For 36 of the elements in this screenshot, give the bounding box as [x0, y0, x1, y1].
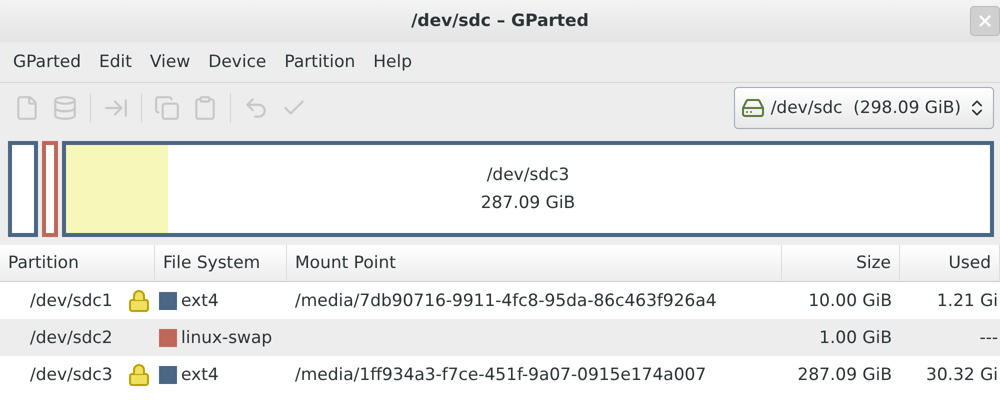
table-cell-text: 1.21 Gi — [936, 290, 999, 310]
menu-item[interactable]: Edit — [90, 52, 141, 72]
window-title: /dev/sdc – GParted — [411, 11, 589, 31]
table-cell-text: 30.32 Gi — [925, 364, 999, 384]
partition-name: /dev/sdc3 — [486, 164, 570, 187]
menu-item[interactable]: Help — [364, 52, 422, 72]
column-header[interactable]: File System — [155, 245, 287, 282]
menu-item[interactable]: Partition — [275, 52, 364, 72]
table-cell-text: /media/1ff934a3-f7ce-451f-9a07-0915e174a007 — [294, 364, 708, 384]
copy-icon — [154, 95, 180, 121]
table-cell-text: 287.09 GiB — [796, 364, 893, 384]
column-header[interactable]: Mount Point — [287, 245, 782, 282]
table-cell: /dev/sdc2 — [30, 328, 113, 348]
close-button[interactable] — [970, 6, 1000, 36]
partition-segment[interactable]: /dev/sdc3 287.09 GiB — [62, 141, 994, 237]
table-cell: ext4 — [181, 364, 219, 384]
menu-item[interactable]: Device — [199, 52, 276, 72]
column-header[interactable]: Used — [900, 245, 1000, 282]
device-selector[interactable]: /dev/sdc (298.09 GiB) — [734, 87, 994, 129]
partition-segment[interactable] — [42, 141, 58, 237]
table-cell-text: 10.00 GiB — [807, 290, 893, 310]
cylinder-icon — [52, 95, 78, 121]
table-cell: /dev/sdc1 — [30, 290, 113, 310]
table-cell-text: 1.00 GiB — [818, 328, 893, 348]
menu-item[interactable]: View — [140, 52, 200, 72]
partition-size: 287.09 GiB — [480, 192, 576, 215]
column-header[interactable]: Size — [782, 245, 900, 282]
table-cell: ext4 — [181, 290, 219, 310]
table-row[interactable]: /dev/sdc2 linux-swap 1.00 GiB --- — [0, 319, 1000, 356]
table-cell: linux-swap — [181, 328, 272, 348]
table-cell-text: /media/7db90716-9911-4fc8-95da-86c463f926a4 — [294, 290, 718, 310]
table-cell-text: --- — [978, 328, 999, 348]
column-header[interactable]: Partition — [0, 245, 155, 282]
menu-item[interactable]: GParted — [4, 52, 90, 72]
table-cell: /dev/sdc3 — [30, 364, 113, 384]
partition-segment[interactable] — [8, 141, 38, 237]
